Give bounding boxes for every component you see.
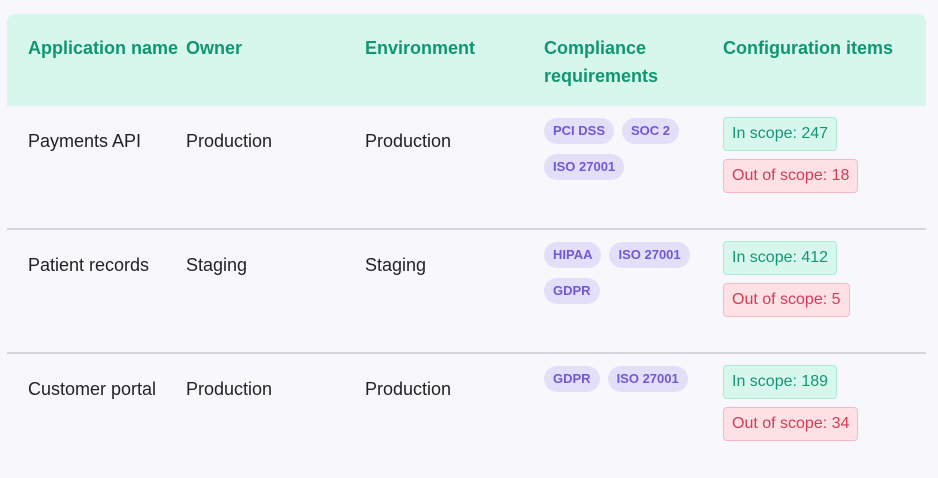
owner-cell: Production xyxy=(186,379,273,399)
owner-cell: Production xyxy=(186,131,273,151)
compliance-badge: ISO 27001 xyxy=(544,154,625,180)
environment-cell: Production xyxy=(365,379,452,399)
table-header: Application name Owner Environment Compl… xyxy=(7,14,926,106)
compliance-badge: HIPAA xyxy=(544,242,602,268)
compliance-badge: GDPR xyxy=(544,278,600,304)
out-of-scope-tag[interactable]: Out of scope: 5 xyxy=(723,283,850,317)
header-application-name[interactable]: Application name xyxy=(7,34,186,106)
in-scope-tag[interactable]: In scope: 189 xyxy=(723,365,838,399)
table-row[interactable]: Customer portal Production Production GD… xyxy=(7,354,926,478)
application-name-cell: Payments API xyxy=(28,131,142,151)
compliance-badge: SOC 2 xyxy=(622,118,680,144)
environment-cell: Staging xyxy=(365,255,427,275)
header-configuration-items[interactable]: Configuration items xyxy=(723,34,926,106)
compliance-badge: PCI DSS xyxy=(544,118,615,144)
out-of-scope-tag[interactable]: Out of scope: 34 xyxy=(723,407,859,441)
owner-cell: Staging xyxy=(186,255,248,275)
environment-cell: Production xyxy=(365,131,452,151)
configuration-items-cell: In scope: 412 Out of scope: 5 xyxy=(723,241,926,352)
compliance-badge: ISO 27001 xyxy=(609,242,690,268)
header-environment[interactable]: Environment xyxy=(365,34,544,106)
compliance-cell: HIPAA ISO 27001 GDPR xyxy=(544,242,723,352)
table-row[interactable]: Payments API Production Production PCI D… xyxy=(7,106,926,230)
applications-table: Application name Owner Environment Compl… xyxy=(7,14,926,478)
compliance-badge: GDPR xyxy=(544,366,600,392)
application-name-cell: Patient records xyxy=(28,255,150,275)
compliance-cell: GDPR ISO 27001 xyxy=(544,366,723,478)
table-row[interactable]: Patient records Staging Staging HIPAA IS… xyxy=(7,230,926,354)
compliance-cell: PCI DSS SOC 2 ISO 27001 xyxy=(544,118,723,228)
configuration-items-cell: In scope: 189 Out of scope: 34 xyxy=(723,365,926,478)
out-of-scope-tag[interactable]: Out of scope: 18 xyxy=(723,159,859,193)
header-owner[interactable]: Owner xyxy=(186,34,365,106)
compliance-badge: ISO 27001 xyxy=(607,366,688,392)
configuration-items-cell: In scope: 247 Out of scope: 18 xyxy=(723,117,926,228)
header-compliance-requirements[interactable]: Compliance requirements xyxy=(544,34,723,106)
in-scope-tag[interactable]: In scope: 412 xyxy=(723,241,838,275)
application-name-cell: Customer portal xyxy=(28,379,157,399)
in-scope-tag[interactable]: In scope: 247 xyxy=(723,117,838,151)
